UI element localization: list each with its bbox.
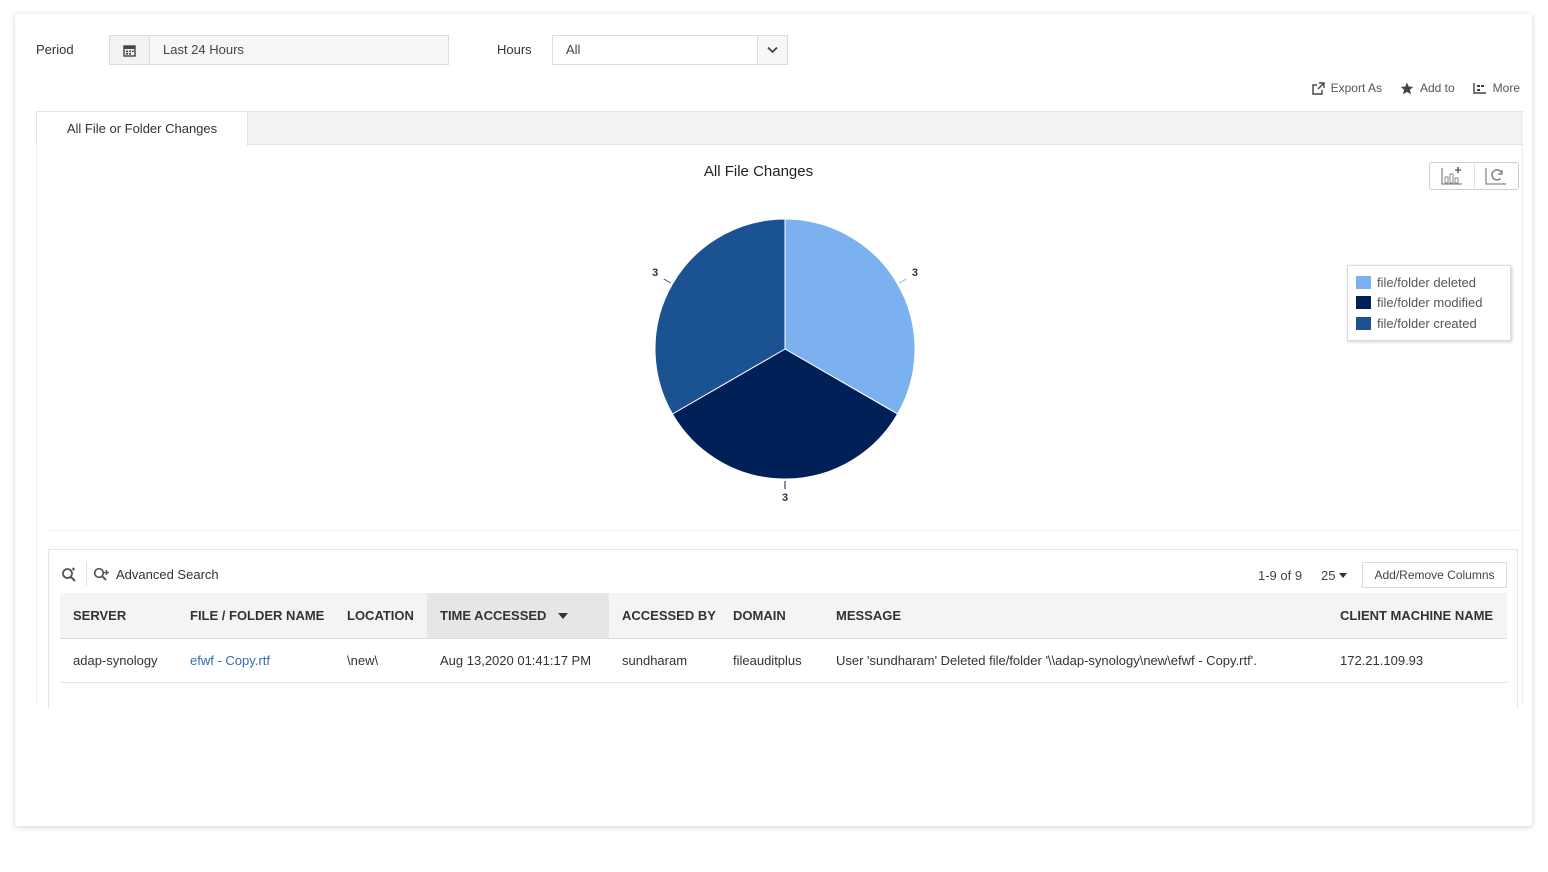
column-header-message[interactable]: MESSAGE xyxy=(823,593,1327,639)
chart-refresh-icon xyxy=(1485,168,1507,185)
legend-label-deleted: file/folder deleted xyxy=(1377,274,1477,290)
cell-domain: fileauditplus xyxy=(720,638,823,683)
pie-chart: 3 3 3 xyxy=(635,204,935,507)
advanced-search-button[interactable]: Advanced Search xyxy=(93,567,219,582)
report-card: Period Last 24 Hours Hours All Export As… xyxy=(15,14,1532,826)
results-table: SERVER FILE / FOLDER NAME LOCATION TIME … xyxy=(60,593,1507,683)
cell-accessed-by: sundharam xyxy=(609,638,720,683)
legend-swatch-created xyxy=(1356,316,1371,330)
cell-location: \new\ xyxy=(334,638,427,683)
column-header-file-folder-name[interactable]: FILE / FOLDER NAME xyxy=(177,593,334,639)
hours-select[interactable]: All xyxy=(552,35,788,65)
chart-legend: file/folder deleted file/folder modified… xyxy=(1347,265,1511,341)
period-value[interactable]: Last 24 Hours xyxy=(150,36,448,64)
hours-value[interactable]: All xyxy=(553,36,757,64)
cell-time-accessed: Aug 13,2020 01:41:17 PM xyxy=(427,638,609,683)
advanced-search-icon xyxy=(93,567,109,581)
cell-message: User 'sundharam' Deleted file/folder '\\… xyxy=(823,638,1327,683)
grid-toolbar: Advanced Search 1-9 of 9 25 Add/Remove C… xyxy=(49,550,1517,598)
tab-all-file-or-folder-changes[interactable]: All File or Folder Changes xyxy=(36,111,248,146)
chart-type-button[interactable] xyxy=(1430,163,1474,189)
pie-chart-svg xyxy=(654,218,916,489)
table-row[interactable]: adap-synology efwf - Copy.rtf \new\ Aug … xyxy=(60,638,1507,683)
pager-info: 1-9 of 9 xyxy=(1258,568,1303,583)
per-page-value: 25 xyxy=(1321,568,1336,583)
toolbar-separator xyxy=(86,562,87,586)
legend-label-modified: file/folder modified xyxy=(1377,295,1483,311)
pie-data-label-modified: 3 xyxy=(782,492,789,504)
column-header-client-machine-name[interactable]: CLIENT MACHINE NAME xyxy=(1327,593,1507,639)
legend-label-created: file/folder created xyxy=(1377,315,1477,331)
section-divider xyxy=(48,530,1518,531)
add-remove-columns-button[interactable]: Add/Remove Columns xyxy=(1362,562,1507,588)
search-icon[interactable] xyxy=(61,567,77,586)
per-page-select[interactable]: 25 xyxy=(1321,568,1348,583)
pie-data-label-created: 3 xyxy=(652,267,659,279)
caret-down-icon xyxy=(1339,573,1348,578)
sort-desc-icon xyxy=(558,613,569,620)
report-actions: Export As Add to More xyxy=(1311,81,1520,95)
legend-item-modified[interactable]: file/folder modified xyxy=(1356,293,1502,314)
column-header-server[interactable]: SERVER xyxy=(60,593,177,639)
pie-label-connector-created xyxy=(663,278,671,284)
legend-item-created[interactable]: file/folder created xyxy=(1356,313,1502,334)
calendar-icon[interactable] xyxy=(110,36,150,64)
file-name-link[interactable]: efwf - Copy.rtf xyxy=(190,653,270,668)
legend-swatch-modified xyxy=(1356,296,1371,310)
cell-file-name: efwf - Copy.rtf xyxy=(177,638,334,683)
chart-add-icon xyxy=(1441,167,1462,185)
export-icon xyxy=(1311,81,1325,95)
pie-data-label-deleted: 3 xyxy=(911,267,919,279)
chart-refresh-button[interactable] xyxy=(1473,163,1519,189)
legend-swatch-deleted xyxy=(1356,275,1371,289)
hours-label: Hours xyxy=(497,42,532,57)
tab-bar: All File or Folder Changes xyxy=(36,111,1523,146)
column-header-domain[interactable]: DOMAIN xyxy=(720,593,823,639)
star-icon xyxy=(1400,82,1414,94)
column-header-accessed-by[interactable]: ACCESSED BY xyxy=(609,593,720,639)
pie-label-connector-deleted xyxy=(899,278,907,284)
table-header-row: SERVER FILE / FOLDER NAME LOCATION TIME … xyxy=(60,593,1507,639)
more-label: More xyxy=(1492,81,1520,95)
legend-item-deleted[interactable]: file/folder deleted xyxy=(1356,272,1502,293)
column-header-time-accessed[interactable]: TIME ACCESSED xyxy=(427,593,609,639)
advanced-search-label: Advanced Search xyxy=(116,567,219,582)
chart-tools xyxy=(1429,162,1519,190)
export-label: Export As xyxy=(1330,81,1382,95)
export-button[interactable]: Export As xyxy=(1311,81,1382,95)
more-icon xyxy=(1472,83,1486,94)
more-button[interactable]: More xyxy=(1472,81,1520,95)
add-to-label: Add to xyxy=(1419,81,1455,95)
chart-title: All File Changes xyxy=(703,163,814,180)
cell-server: adap-synology xyxy=(60,638,177,683)
cell-client-machine: 172.21.109.93 xyxy=(1327,638,1507,683)
column-header-location[interactable]: LOCATION xyxy=(334,593,427,639)
chevron-down-icon[interactable] xyxy=(757,36,787,64)
period-label: Period xyxy=(36,42,74,57)
results-grid: Advanced Search 1-9 of 9 25 Add/Remove C… xyxy=(48,549,1518,709)
column-header-time-accessed-label: TIME ACCESSED xyxy=(440,607,547,623)
period-picker[interactable]: Last 24 Hours xyxy=(109,35,449,65)
add-to-button[interactable]: Add to xyxy=(1400,81,1455,95)
